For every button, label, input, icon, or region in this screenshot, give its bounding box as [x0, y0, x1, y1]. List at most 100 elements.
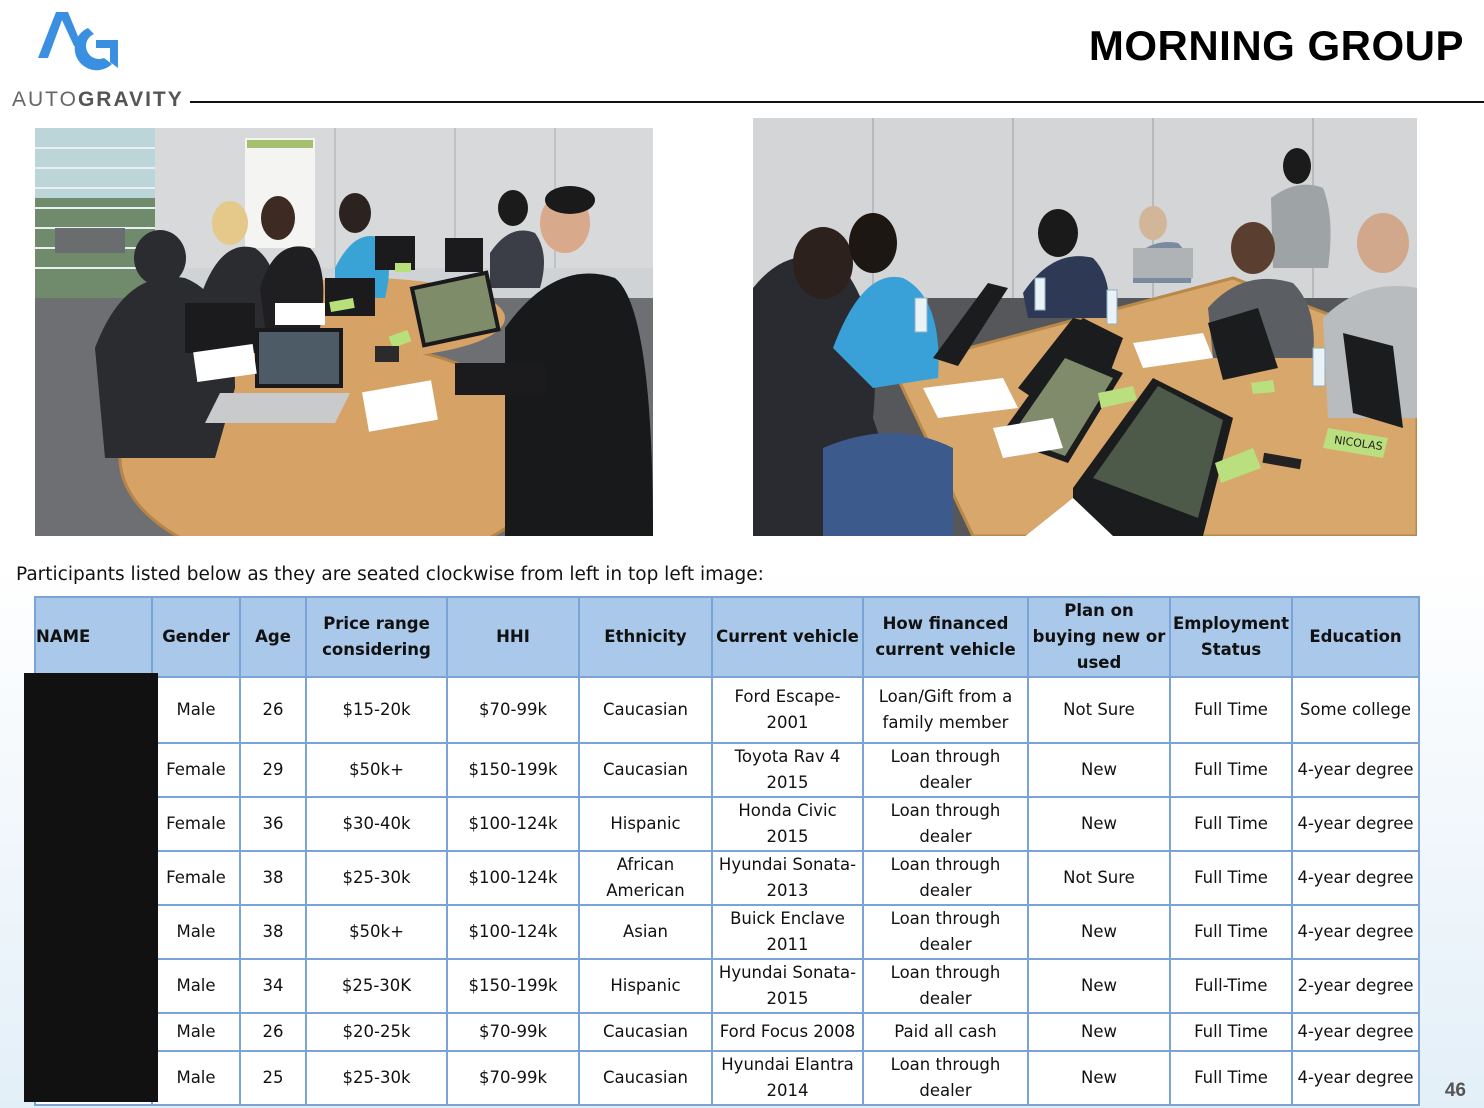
title-divider — [190, 101, 1484, 103]
cell-education: 4-year degree — [1291, 796, 1420, 852]
cell-how-financed: Loan through dealer — [862, 904, 1029, 960]
cell-hhi: $70-99k — [446, 1050, 580, 1106]
slide-title: MORNING GROUP — [1088, 22, 1464, 69]
header-hhi: HHI — [446, 596, 580, 678]
cell-employment-status: Full Time — [1169, 904, 1293, 960]
cell-how-financed: Loan through dealer — [862, 958, 1029, 1014]
cell-price-range: $25-30k — [305, 850, 448, 906]
cell-age: 34 — [239, 958, 307, 1014]
header-gender: Gender — [151, 596, 241, 678]
cell-education: 4-year degree — [1291, 1012, 1420, 1052]
table-row: Male 26 $15-20k $70-99k Caucasian Ford Escape… — [34, 676, 1420, 744]
autogravity-logo-mark — [38, 12, 118, 71]
cell-ethnicity: Hispanic — [578, 958, 713, 1014]
table-row: Female 29 $50k+ $150-199k Caucasian Toyota Ra… — [34, 742, 1420, 798]
cell-education: 2-year degree — [1291, 958, 1420, 1014]
participants-caption: Participants listed below as they are se… — [16, 564, 764, 585]
cell-how-financed: Loan through dealer — [862, 1050, 1029, 1106]
cell-hhi: $100-124k — [446, 796, 580, 852]
cell-current-vehicle: Hyundai Elantra 2014 — [711, 1050, 864, 1106]
cell-age: 29 — [239, 742, 307, 798]
participants-table: NAME Gender Age Price range considering … — [34, 596, 1420, 1106]
cell-price-range: $15-20k — [305, 676, 448, 744]
cell-price-range: $50k+ — [305, 904, 448, 960]
cell-hhi: $150-199k — [446, 958, 580, 1014]
cell-employment-status: Full Time — [1169, 676, 1293, 744]
logo-wordmark: AUTOGRAVITY — [12, 88, 184, 111]
cell-education: 4-year degree — [1291, 742, 1420, 798]
cell-current-vehicle: Hyundai Sonata-2013 — [711, 850, 864, 906]
cell-ethnicity: Asian — [578, 904, 713, 960]
header-new-or-used: Plan on buying new or used — [1027, 596, 1171, 678]
photo-left-focus-group — [35, 128, 653, 536]
cell-employment-status: Full Time — [1169, 1050, 1293, 1106]
cell-education: 4-year degree — [1291, 850, 1420, 906]
cell-new-or-used: New — [1027, 904, 1171, 960]
cell-current-vehicle: Toyota Rav 4 2015 — [711, 742, 864, 798]
cell-new-or-used: New — [1027, 742, 1171, 798]
cell-current-vehicle: Ford Escape-2001 — [711, 676, 864, 744]
cell-education: 4-year degree — [1291, 904, 1420, 960]
cell-price-range: $50k+ — [305, 742, 448, 798]
table-body: Male 26 $15-20k $70-99k Caucasian Ford Escape… — [34, 676, 1420, 1106]
cell-education: 4-year degree — [1291, 1050, 1420, 1106]
table-row: Male 38 $50k+ $100-124k Asian Buick Enclave 2… — [34, 904, 1420, 960]
cell-new-or-used: New — [1027, 958, 1171, 1014]
cell-employment-status: Full Time — [1169, 1012, 1293, 1052]
cell-gender: Male — [151, 676, 241, 744]
cell-current-vehicle: Buick Enclave 2011 — [711, 904, 864, 960]
cell-current-vehicle: Hyundai Sonata-2015 — [711, 958, 864, 1014]
cell-how-financed: Paid all cash — [862, 1012, 1029, 1052]
photo-right-image: NICOLAS — [753, 118, 1417, 536]
cell-how-financed: Loan/Gift from a family member — [862, 676, 1029, 744]
header-price-range: Price range considering — [305, 596, 448, 678]
cell-ethnicity: Caucasian — [578, 1050, 713, 1106]
header-name: NAME — [34, 596, 153, 678]
header-education: Education — [1291, 596, 1420, 678]
cell-gender: Female — [151, 850, 241, 906]
photo-right-focus-group: NICOLAS — [753, 118, 1417, 536]
cell-age: 38 — [239, 904, 307, 960]
cell-how-financed: Loan through dealer — [862, 742, 1029, 798]
cell-new-or-used: Not Sure — [1027, 850, 1171, 906]
cell-hhi: $100-124k — [446, 850, 580, 906]
cell-age: 25 — [239, 1050, 307, 1106]
cell-employment-status: Full Time — [1169, 796, 1293, 852]
table-row: Male 25 $25-30k $70-99k Caucasian Hyundai Ela… — [34, 1050, 1420, 1106]
table-row: Male 34 $25-30K $150-199k Hispanic Hyundai So… — [34, 958, 1420, 1014]
cell-gender: Male — [151, 1012, 241, 1052]
header-employment-status: Employment Status — [1169, 596, 1293, 678]
cell-gender: Male — [151, 958, 241, 1014]
table-header-row: NAME Gender Age Price range considering … — [34, 596, 1420, 678]
cell-employment-status: Full-Time — [1169, 958, 1293, 1014]
cell-current-vehicle: Ford Focus 2008 — [711, 1012, 864, 1052]
photo-left-image — [35, 128, 653, 536]
cell-ethnicity: Caucasian — [578, 676, 713, 744]
header-ethnicity: Ethnicity — [578, 596, 713, 678]
cell-new-or-used: Not Sure — [1027, 676, 1171, 744]
table-row: Female 36 $30-40k $100-124k Hispanic Honda Ci… — [34, 796, 1420, 852]
cell-new-or-used: New — [1027, 796, 1171, 852]
cell-hhi: $150-199k — [446, 742, 580, 798]
cell-age: 26 — [239, 676, 307, 744]
cell-gender: Female — [151, 796, 241, 852]
cell-how-financed: Loan through dealer — [862, 796, 1029, 852]
redacted-names-block — [24, 673, 158, 1102]
cell-age: 38 — [239, 850, 307, 906]
page-number: 46 — [1444, 1080, 1466, 1101]
cell-gender: Male — [151, 904, 241, 960]
cell-ethnicity: Caucasian — [578, 1012, 713, 1052]
cell-ethnicity: African American — [578, 850, 713, 906]
cell-price-range: $30-40k — [305, 796, 448, 852]
cell-employment-status: Full Time — [1169, 742, 1293, 798]
cell-new-or-used: New — [1027, 1012, 1171, 1052]
cell-hhi: $70-99k — [446, 676, 580, 744]
cell-price-range: $25-30k — [305, 1050, 448, 1106]
cell-ethnicity: Hispanic — [578, 796, 713, 852]
cell-new-or-used: New — [1027, 1050, 1171, 1106]
cell-current-vehicle: Honda Civic 2015 — [711, 796, 864, 852]
cell-price-range: $20-25k — [305, 1012, 448, 1052]
cell-price-range: $25-30K — [305, 958, 448, 1014]
cell-age: 36 — [239, 796, 307, 852]
cell-education: Some college — [1291, 676, 1420, 744]
